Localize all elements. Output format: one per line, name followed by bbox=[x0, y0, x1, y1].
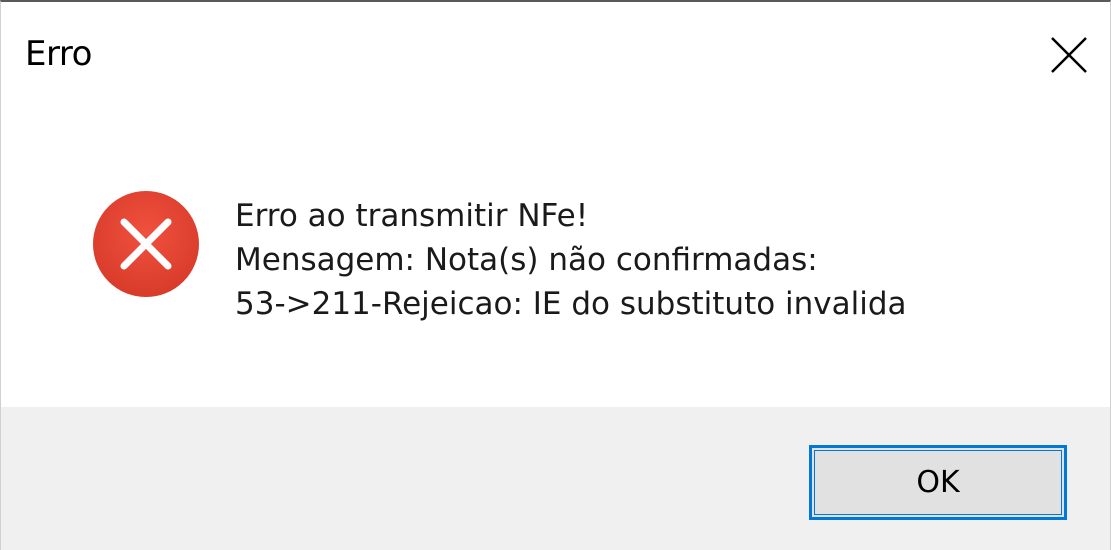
error-dialog: Erro Erro ao transmitir NFe! Mensagem: N… bbox=[0, 0, 1111, 550]
close-x-icon bbox=[1051, 37, 1087, 73]
error-circle-x-icon bbox=[93, 191, 199, 297]
error-message: Erro ao transmitir NFe! Mensagem: Nota(s… bbox=[235, 194, 907, 326]
message-line-2: Mensagem: Nota(s) não confirmadas: bbox=[235, 242, 818, 278]
ok-button[interactable]: OK bbox=[809, 445, 1067, 520]
close-button[interactable] bbox=[1034, 20, 1104, 90]
dialog-footer: OK bbox=[1, 407, 1110, 550]
titlebar: Erro bbox=[1, 2, 1110, 102]
message-line-3: 53->211-Rejeicao: IE do substituto inval… bbox=[235, 286, 907, 322]
window-title: Erro bbox=[25, 34, 92, 74]
dialog-body: Erro ao transmitir NFe! Mensagem: Nota(s… bbox=[1, 102, 1110, 407]
message-line-1: Erro ao transmitir NFe! bbox=[235, 198, 589, 234]
